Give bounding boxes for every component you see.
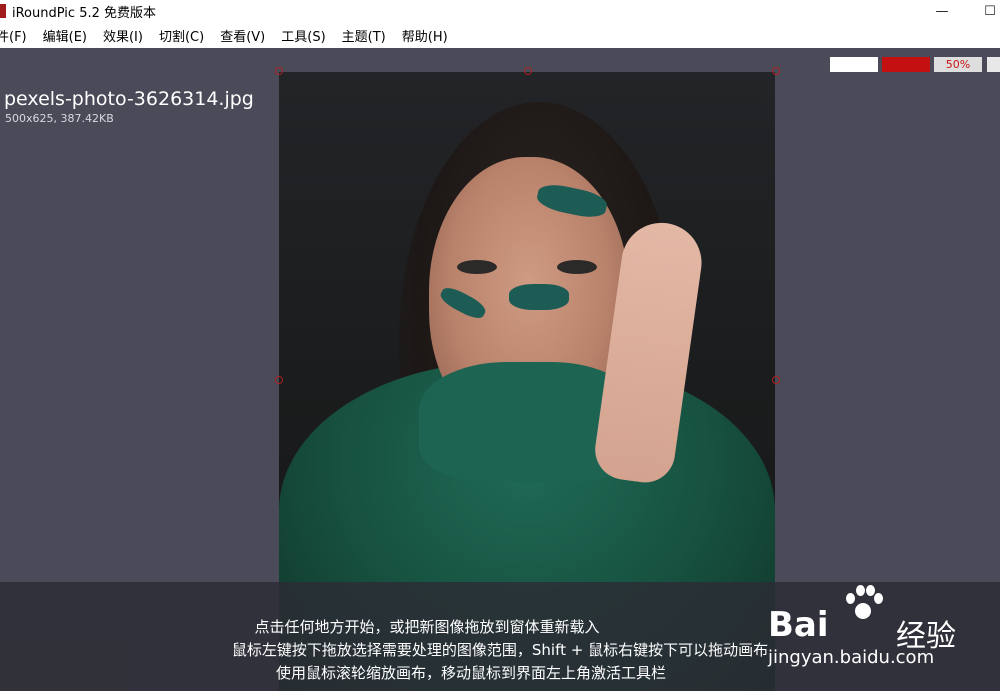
background-color-swatch[interactable] <box>830 57 878 72</box>
selection-handle-left[interactable] <box>275 376 283 384</box>
menu-edit[interactable]: 编辑(E) <box>35 26 95 45</box>
file-details: 500x625, 387.42KB <box>5 112 114 125</box>
selection-handle-top[interactable] <box>524 67 532 75</box>
menu-view[interactable]: 查看(V) <box>212 26 273 45</box>
menu-cut[interactable]: 切割(C) <box>151 26 212 45</box>
selection-handle-top-left[interactable] <box>275 67 283 75</box>
selection-handle-right[interactable] <box>772 376 780 384</box>
menu-theme[interactable]: 主题(T) <box>334 26 394 45</box>
baidu-url: jingyan.baidu.com <box>768 647 935 668</box>
baidu-brand: Bai <box>768 605 829 645</box>
maximize-button[interactable]: ☐ <box>970 0 1000 22</box>
app-icon <box>0 4 6 18</box>
menu-bar: 件(F) 编辑(E) 效果(I) 切割(C) 查看(V) 工具(S) 主题(T)… <box>0 22 1000 48</box>
menu-effects[interactable]: 效果(I) <box>95 26 151 45</box>
toolbar-extra-button[interactable] <box>987 57 1000 72</box>
title-bar: iRoundPic 5.2 免费版本 — ☐ <box>0 0 1000 22</box>
selection-handle-top-right[interactable] <box>772 67 780 75</box>
menu-help[interactable]: 帮助(H) <box>394 26 456 45</box>
border-color-swatch[interactable] <box>882 57 930 72</box>
minimize-button[interactable]: — <box>922 0 962 22</box>
baidu-paw-icon <box>842 583 883 623</box>
file-name: pexels-photo-3626314.jpg <box>4 88 254 110</box>
menu-file[interactable]: 件(F) <box>0 26 35 45</box>
zoom-level[interactable]: 50% <box>934 57 982 72</box>
menu-tools[interactable]: 工具(S) <box>273 26 333 45</box>
window-title: iRoundPic 5.2 免费版本 <box>12 5 156 21</box>
baidu-watermark: Bai 经验 jingyan.baidu.com <box>768 583 1000 673</box>
